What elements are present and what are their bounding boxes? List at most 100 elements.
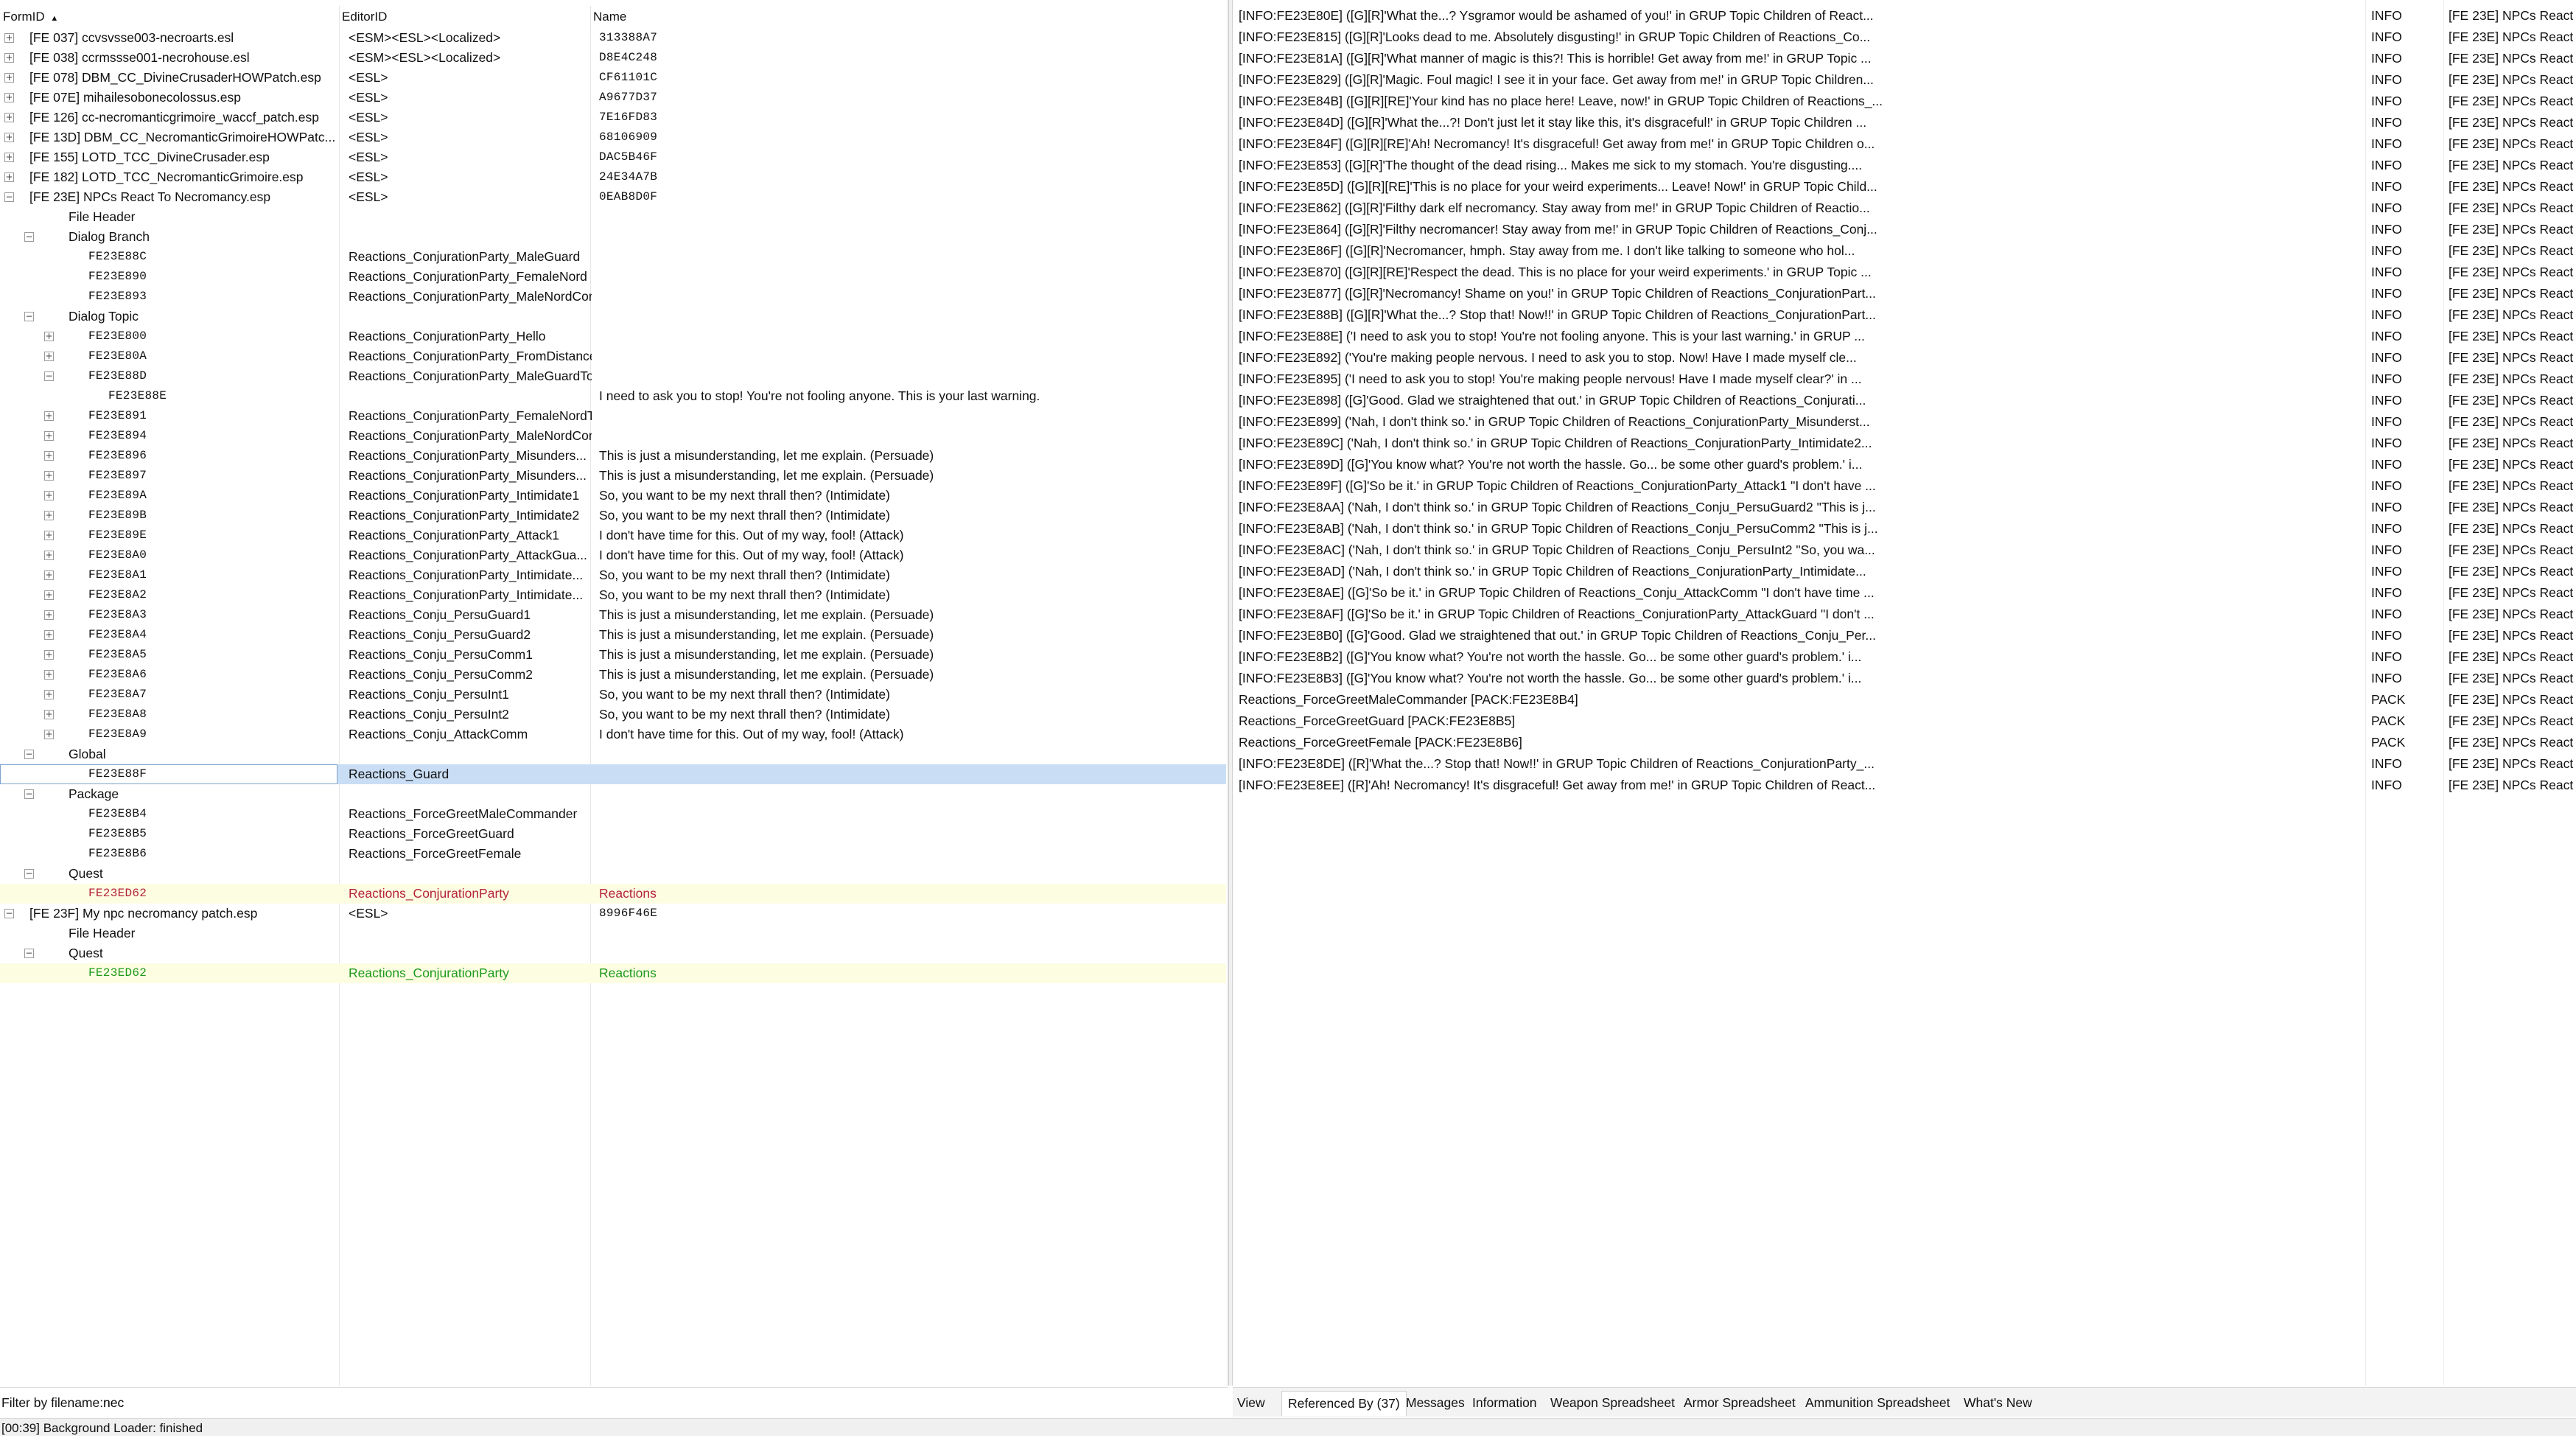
- tree-row[interactable]: FE23ED62 Reactions_ConjurationParty Reacti…: [0, 963, 1226, 983]
- column-header-name[interactable]: Name: [593, 7, 626, 27]
- tab-view[interactable]: View: [1237, 1395, 1265, 1411]
- expand-icon[interactable]: +: [4, 172, 14, 182]
- reference-row[interactable]: [INFO:FE23E89F] ([G]'So be it.' in GRUP …: [1233, 475, 2574, 497]
- collapse-icon[interactable]: −: [24, 312, 34, 321]
- reference-row[interactable]: [INFO:FE23E892] ('You're making people n…: [1233, 347, 2574, 369]
- expand-icon[interactable]: +: [44, 710, 54, 719]
- tree-row[interactable]: + FE23E8A6 Reactions_Conju_PersuComm2 This …: [0, 665, 1226, 685]
- tree-row[interactable]: − FE23E88D Reactions_ConjurationParty_Male…: [0, 366, 1226, 386]
- collapse-icon[interactable]: −: [24, 750, 34, 759]
- plugin-row[interactable]: + [FE 07E] mihailesobonecolossus.esp <ESL>…: [0, 88, 1226, 108]
- plugin-row[interactable]: + [FE 155] LOTD_TCC_DivineCrusader.esp <ES…: [0, 147, 1226, 167]
- expand-icon[interactable]: +: [4, 133, 14, 142]
- reference-row[interactable]: Reactions_ForceGreetMaleCommander [PACK:…: [1233, 689, 2574, 711]
- column-header-formid[interactable]: FormID ▲: [3, 7, 58, 27]
- expand-icon[interactable]: +: [4, 53, 14, 63]
- column-header-editorid[interactable]: EditorID: [342, 7, 387, 27]
- reference-row[interactable]: Reactions_ForceGreetFemale [PACK:FE23E8B…: [1233, 732, 2574, 753]
- tree-row[interactable]: − Quest: [0, 943, 1226, 963]
- collapse-icon[interactable]: −: [24, 949, 34, 958]
- plugin-row[interactable]: − [FE 23E] NPCs React To Necromancy.esp <E…: [0, 187, 1226, 207]
- expand-icon[interactable]: +: [44, 491, 54, 500]
- tree-row[interactable]: + FE23E897 Reactions_ConjurationParty_Misu…: [0, 466, 1226, 486]
- tree-row[interactable]: + FE23E8A1 Reactions_ConjurationParty_Inti…: [0, 565, 1226, 585]
- reference-row[interactable]: [INFO:FE23E864] ([G][R]'Filthy necromanc…: [1233, 219, 2574, 240]
- tree-row[interactable]: + FE23E8A8 Reactions_Conju_PersuInt2 So, yo…: [0, 705, 1226, 725]
- reference-row[interactable]: [INFO:FE23E815] ([G][R]'Looks dead to me…: [1233, 27, 2574, 48]
- reference-row[interactable]: [INFO:FE23E8AE] ([G]'So be it.' in GRUP …: [1233, 582, 2574, 604]
- reference-row[interactable]: [INFO:FE23E85D] ([G][R][RE]'This is no p…: [1233, 176, 2574, 198]
- reference-row[interactable]: [INFO:FE23E80E] ([G][R]'What the...? Ysg…: [1233, 5, 2574, 27]
- expand-icon[interactable]: +: [44, 690, 54, 699]
- tree-row[interactable]: − Package: [0, 784, 1226, 804]
- tree-row[interactable]: + FE23E8A0 Reactions_ConjurationParty_Atta…: [0, 545, 1226, 565]
- tab-information[interactable]: Information: [1472, 1395, 1537, 1411]
- expand-icon[interactable]: +: [44, 352, 54, 361]
- plugin-row[interactable]: + [FE 037] ccvsvsse003-necroarts.esl <ESM>…: [0, 28, 1226, 48]
- reference-row[interactable]: [INFO:FE23E898] ([G]'Good. Glad we strai…: [1233, 390, 2574, 411]
- reference-row[interactable]: [INFO:FE23E895] ('I need to ask you to s…: [1233, 369, 2574, 390]
- tree-row[interactable]: + FE23E891 Reactions_ConjurationParty_Fema…: [0, 406, 1226, 426]
- reference-row[interactable]: [INFO:FE23E8B0] ([G]'Good. Glad we strai…: [1233, 625, 2574, 646]
- filter-input[interactable]: [103, 1392, 1223, 1413]
- expand-icon[interactable]: +: [44, 431, 54, 441]
- reference-row[interactable]: [INFO:FE23E862] ([G][R]'Filthy dark elf …: [1233, 198, 2574, 219]
- expand-icon[interactable]: +: [44, 570, 54, 580]
- tree-row[interactable]: + FE23E80A Reactions_ConjurationParty_From…: [0, 346, 1226, 366]
- reference-row[interactable]: [INFO:FE23E88B] ([G][R]'What the...? Sto…: [1233, 304, 2574, 326]
- tree-row[interactable]: + FE23E8A4 Reactions_Conju_PersuGuard2 This…: [0, 625, 1226, 645]
- expand-icon[interactable]: +: [44, 531, 54, 540]
- expand-icon[interactable]: +: [44, 551, 54, 560]
- collapse-icon[interactable]: −: [4, 909, 14, 918]
- tab-messages[interactable]: Messages: [1406, 1395, 1465, 1411]
- expand-icon[interactable]: +: [44, 332, 54, 341]
- tree-row[interactable]: FE23E8B6 Reactions_ForceGreetFemale: [0, 844, 1226, 864]
- tree-row[interactable]: FE23E88E I need to ask you to stop! You'r…: [0, 386, 1226, 406]
- tree-row[interactable]: − Quest: [0, 864, 1226, 884]
- collapse-icon[interactable]: −: [24, 789, 34, 799]
- reference-row[interactable]: [INFO:FE23E84F] ([G][R][RE]'Ah! Necroman…: [1233, 133, 2574, 155]
- reference-row[interactable]: [INFO:FE23E8DE] ([R]'What the...? Stop t…: [1233, 753, 2574, 775]
- reference-row[interactable]: [INFO:FE23E8B2] ([G]'You know what? You'…: [1233, 646, 2574, 668]
- collapse-icon[interactable]: −: [44, 371, 54, 381]
- tree-row[interactable]: + FE23E8A5 Reactions_Conju_PersuComm1 This …: [0, 645, 1226, 665]
- reference-row[interactable]: [INFO:FE23E84D] ([G][R]'What the...?! Do…: [1233, 112, 2574, 133]
- reference-row[interactable]: [INFO:FE23E853] ([G][R]'The thought of t…: [1233, 155, 2574, 176]
- expand-icon[interactable]: +: [44, 511, 54, 520]
- reference-row[interactable]: [INFO:FE23E84B] ([G][R][RE]'Your kind ha…: [1233, 91, 2574, 112]
- tree-row[interactable]: + FE23E89B Reactions_ConjurationParty_Inti…: [0, 506, 1226, 526]
- plugin-row[interactable]: + [FE 13D] DBM_CC_NecromanticGrimoireHOWP…: [0, 128, 1226, 147]
- reference-row[interactable]: [INFO:FE23E8AA] ('Nah, I don't think so.…: [1233, 497, 2574, 518]
- tree-row[interactable]: FE23E890 Reactions_ConjurationParty_Femal…: [0, 267, 1226, 287]
- tree-row[interactable]: + FE23E8A2 Reactions_ConjurationParty_Inti…: [0, 585, 1226, 605]
- tree-row[interactable]: FE23E893 Reactions_ConjurationParty_MaleN…: [0, 287, 1226, 307]
- plugin-row[interactable]: − [FE 23F] My npc necromancy patch.esp <ES…: [0, 904, 1226, 924]
- expand-icon[interactable]: +: [44, 411, 54, 421]
- reference-row[interactable]: [INFO:FE23E870] ([G][R][RE]'Respect the …: [1233, 262, 2574, 283]
- reference-row[interactable]: [INFO:FE23E8AD] ('Nah, I don't think so.…: [1233, 561, 2574, 582]
- tree-row[interactable]: + FE23E89A Reactions_ConjurationParty_Inti…: [0, 486, 1226, 506]
- tree-row[interactable]: FE23E88C Reactions_ConjurationParty_MaleG…: [0, 247, 1226, 267]
- reference-row[interactable]: [INFO:FE23E88E] ('I need to ask you to s…: [1233, 326, 2574, 347]
- reference-row[interactable]: [INFO:FE23E81A] ([G][R]'What manner of m…: [1233, 48, 2574, 69]
- tree-row[interactable]: FE23ED62 Reactions_ConjurationParty Reacti…: [0, 884, 1226, 904]
- expand-icon[interactable]: +: [44, 610, 54, 620]
- reference-row[interactable]: [INFO:FE23E89D] ([G]'You know what? You'…: [1233, 454, 2574, 475]
- reference-row[interactable]: [INFO:FE23E86F] ([G][R]'Necromancer, hmp…: [1233, 240, 2574, 262]
- tree-row[interactable]: + FE23E8A3 Reactions_Conju_PersuGuard1 This…: [0, 605, 1226, 625]
- expand-icon[interactable]: +: [4, 93, 14, 102]
- tree-row[interactable]: + FE23E800 Reactions_ConjurationParty_Hell…: [0, 327, 1226, 346]
- tree-row[interactable]: + FE23E8A7 Reactions_Conju_PersuInt1 So, yo…: [0, 685, 1226, 705]
- expand-icon[interactable]: +: [44, 451, 54, 461]
- plugin-row[interactable]: + [FE 038] ccrmssse001-necrohouse.esl <ESM…: [0, 48, 1226, 68]
- tree-row[interactable]: FE23E88F Reactions_Guard: [0, 764, 1226, 784]
- tab-weapon-spreadsheet[interactable]: Weapon Spreadsheet: [1550, 1395, 1675, 1411]
- expand-icon[interactable]: +: [4, 153, 14, 162]
- tab-armor-spreadsheet[interactable]: Armor Spreadsheet: [1684, 1395, 1796, 1411]
- plugin-row[interactable]: + [FE 126] cc-necromanticgrimoire_waccf_p…: [0, 108, 1226, 128]
- tree-row[interactable]: + FE23E8A9 Reactions_Conju_AttackComm I don…: [0, 725, 1226, 744]
- tab-ammunition-spreadsheet[interactable]: Ammunition Spreadsheet: [1805, 1395, 1950, 1411]
- expand-icon[interactable]: +: [44, 630, 54, 640]
- reference-row[interactable]: [INFO:FE23E877] ([G][R]'Necromancy! Sham…: [1233, 283, 2574, 304]
- expand-icon[interactable]: +: [44, 650, 54, 660]
